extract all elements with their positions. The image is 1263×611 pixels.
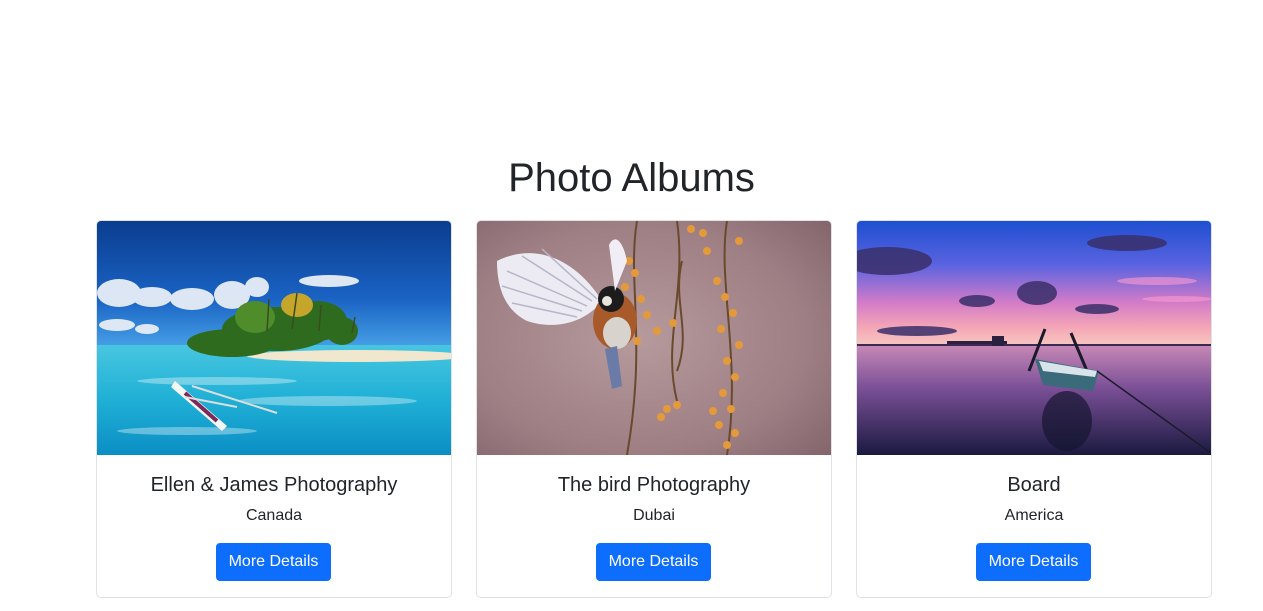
album-card: Board America More Details bbox=[856, 220, 1212, 598]
more-details-button[interactable]: More Details bbox=[976, 543, 1091, 581]
album-image-bird[interactable] bbox=[477, 221, 831, 455]
page-title: Photo Albums bbox=[508, 156, 755, 200]
album-title: The bird Photography bbox=[557, 474, 751, 496]
page: Photo Albums Ellen & James Photography C… bbox=[0, 0, 1263, 611]
more-details-button[interactable]: More Details bbox=[216, 543, 331, 581]
more-details-button[interactable]: More Details bbox=[596, 543, 711, 581]
album-image-tropical-island[interactable] bbox=[97, 221, 451, 455]
album-title: Board bbox=[1007, 474, 1061, 496]
album-location: America bbox=[1004, 507, 1064, 524]
album-card: The bird Photography Dubai More Details bbox=[476, 220, 832, 598]
album-location: Canada bbox=[245, 507, 303, 524]
album-image-boat-sunset[interactable] bbox=[857, 221, 1211, 455]
album-card: Ellen & James Photography Canada More De… bbox=[96, 220, 452, 598]
album-title: Ellen & James Photography bbox=[150, 474, 398, 496]
album-grid: Ellen & James Photography Canada More De… bbox=[96, 220, 1212, 598]
album-location: Dubai bbox=[633, 507, 675, 524]
